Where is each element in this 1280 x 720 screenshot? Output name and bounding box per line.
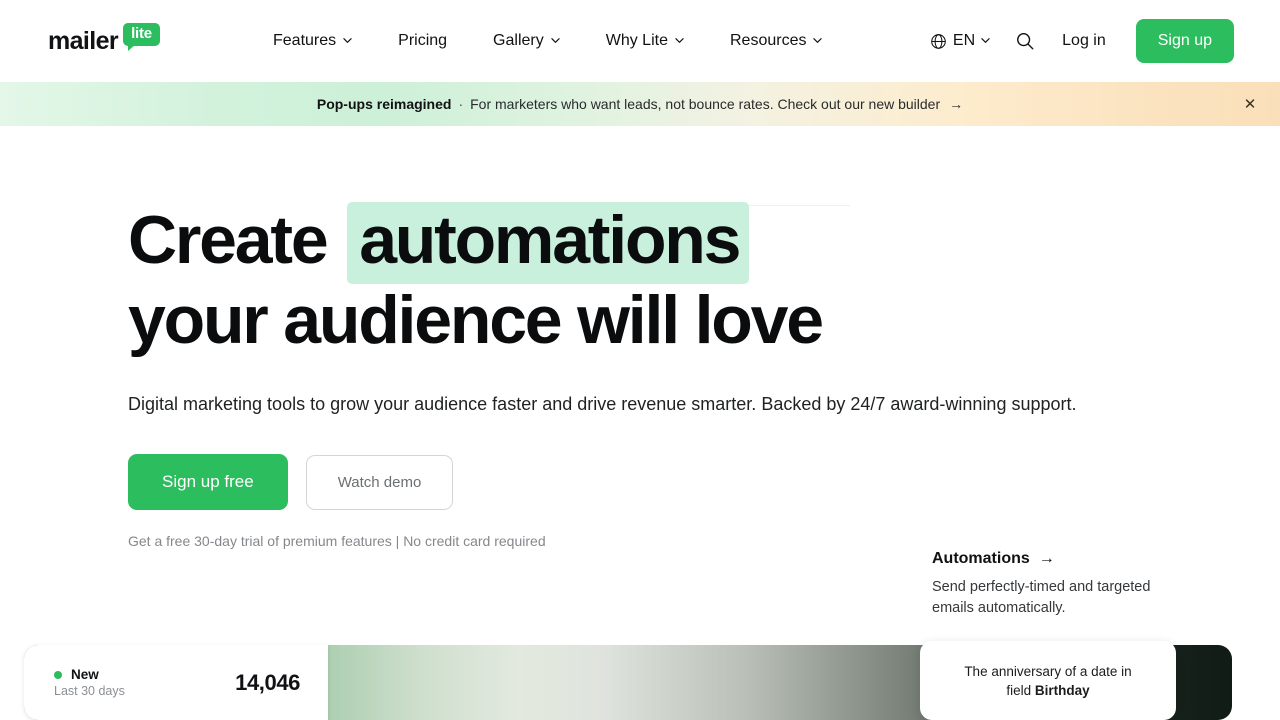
stats-card-new-subscribers: New Last 30 days 14,046	[24, 645, 328, 720]
tooltip-line-1: The anniversary of a date in	[964, 664, 1131, 679]
arrow-right-icon: →	[1039, 550, 1055, 568]
headline-highlight: automations	[347, 202, 749, 284]
mailerlite-logo[interactable]: mailer lite	[48, 27, 160, 55]
signup-button[interactable]: Sign up	[1136, 19, 1234, 63]
banner-separator: ·	[458, 96, 463, 112]
nav-item-pricing[interactable]: Pricing	[375, 0, 470, 82]
close-icon[interactable]: ✕	[1237, 91, 1263, 117]
hero-cta-row: Sign up free Watch demo	[128, 454, 1158, 510]
chevron-down-icon	[551, 36, 560, 45]
feature-title-label: Automations	[932, 550, 1030, 568]
nav-label-why-lite: Why Lite	[606, 32, 668, 50]
headline-part-1: Create	[128, 202, 326, 278]
announcement-banner-link[interactable]: Pop-ups reimagined · For marketers who w…	[317, 96, 963, 112]
stats-status-label: New	[71, 667, 99, 682]
logo-text-mailer: mailer	[48, 27, 118, 55]
nav-right-actions: EN Log in Sign up	[924, 0, 1234, 82]
chevron-down-icon	[813, 36, 822, 45]
hero-section: Create automations your audience will lo…	[128, 200, 1158, 549]
search-icon[interactable]	[1014, 30, 1036, 52]
nav-item-features[interactable]: Features	[250, 0, 375, 82]
feature-description: Send perfectly-timed and targeted emails…	[932, 577, 1182, 619]
signup-free-button[interactable]: Sign up free	[128, 454, 288, 510]
banner-headline: Pop-ups reimagined	[317, 96, 452, 112]
chevron-down-icon	[675, 36, 684, 45]
stats-card-labels: New Last 30 days	[54, 667, 125, 698]
feature-title-link[interactable]: Automations →	[932, 550, 1182, 568]
headline-part-2: your audience will love	[128, 282, 822, 358]
tooltip-line-2-prefix: field	[1006, 683, 1035, 698]
hero-subheadline: Digital marketing tools to grow your aud…	[128, 388, 1113, 421]
logo-lite-badge: lite	[123, 23, 160, 46]
logo-text-lite: lite	[131, 25, 152, 42]
tooltip-content: The anniversary of a date in field Birth…	[964, 662, 1131, 700]
language-selector[interactable]: EN	[924, 32, 996, 50]
nav-links: Features Pricing Gallery Why Lite	[250, 0, 845, 82]
stats-period-label: Last 30 days	[54, 684, 125, 698]
status-dot-icon	[54, 671, 62, 679]
nav-item-gallery[interactable]: Gallery	[470, 0, 583, 82]
hero-fineprint: Get a free 30-day trial of premium featu…	[128, 533, 1158, 549]
tooltip-field-name: Birthday	[1035, 683, 1090, 698]
nav-label-gallery: Gallery	[493, 32, 544, 50]
language-label: EN	[953, 32, 975, 50]
login-link[interactable]: Log in	[1058, 32, 1110, 50]
stats-status-row: New	[54, 667, 125, 682]
nav-item-resources[interactable]: Resources	[707, 0, 845, 82]
nav-label-features: Features	[273, 32, 336, 50]
page-title: Create automations your audience will lo…	[128, 200, 888, 360]
globe-icon	[930, 33, 947, 50]
arrow-right-icon: →	[949, 96, 963, 112]
nav-label-resources: Resources	[730, 32, 806, 50]
banner-message: For marketers who want leads, not bounce…	[470, 96, 940, 112]
watch-demo-button[interactable]: Watch demo	[306, 455, 454, 510]
chevron-down-icon	[981, 36, 990, 45]
tooltip-card-birthday: The anniversary of a date in field Birth…	[920, 641, 1176, 720]
nav-label-pricing: Pricing	[398, 32, 447, 50]
stats-value: 14,046	[235, 670, 300, 696]
main-navigation: mailer lite Features Pricing Gallery	[0, 0, 1280, 82]
feature-callout-automations: Automations → Send perfectly-timed and t…	[932, 550, 1182, 619]
chevron-down-icon	[343, 36, 352, 45]
announcement-banner: Pop-ups reimagined · For marketers who w…	[0, 82, 1280, 126]
page-root: mailer lite Features Pricing Gallery	[0, 0, 1280, 720]
nav-item-why-lite[interactable]: Why Lite	[583, 0, 707, 82]
